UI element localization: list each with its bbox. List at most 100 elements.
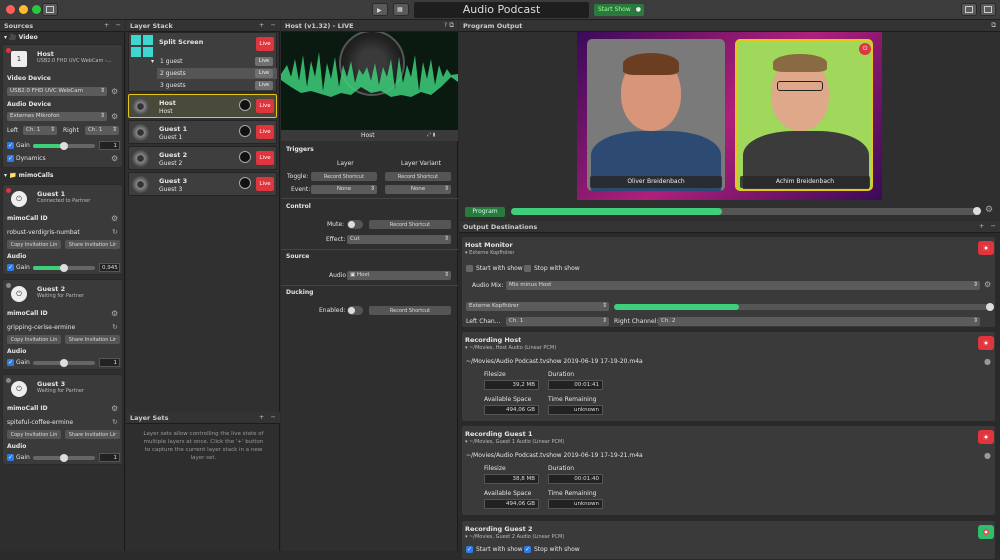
gear-icon[interactable]: ⚙ <box>111 112 118 121</box>
monitor-left-select[interactable]: Ch. 1 <box>506 317 609 326</box>
start-show-button[interactable]: Start Show ● <box>594 4 644 16</box>
host-monitor-speaker-button[interactable] <box>978 241 994 255</box>
gear-icon[interactable]: ⚙ <box>111 309 118 318</box>
info-icon[interactable]: ● <box>984 357 991 366</box>
video-device-select[interactable]: USB2.0 FHD UVC WebCam <box>7 87 107 96</box>
host-source-card[interactable]: 1 Host USB2.0 FHD UVC WebCam -... Video … <box>2 44 123 168</box>
volume-dial[interactable] <box>239 177 251 189</box>
copy-invitation-button[interactable]: Copy Invitation Lin <box>7 430 61 439</box>
gain-slider[interactable] <box>33 142 95 150</box>
share-invitation-button[interactable]: Share Invitation Lir <box>65 240 120 249</box>
gear-icon[interactable]: ⚙ <box>111 214 118 223</box>
split-screen-layer[interactable]: Split Screen Live ▾ 1 guest Live 2 guests… <box>128 32 277 92</box>
variant-live-button[interactable]: Live <box>255 69 273 78</box>
recording-start-button[interactable] <box>978 525 994 539</box>
stop-with-show-checkbox[interactable] <box>524 265 531 272</box>
copy-invitation-button[interactable]: Copy Invitation Lin <box>7 240 61 249</box>
volume-dial[interactable] <box>239 99 251 111</box>
panel-toggle-button[interactable] <box>980 3 996 16</box>
gear-icon[interactable]: ⚙ <box>111 404 118 413</box>
variant-live-button[interactable]: Live <box>255 81 273 90</box>
gain-slider[interactable] <box>33 264 95 272</box>
gain-value-field[interactable]: 1 <box>99 358 120 367</box>
share-invitation-button[interactable]: Share Invitation Lir <box>65 430 120 439</box>
gain-checkbox[interactable]: ✓ <box>7 264 14 271</box>
event-variant-select[interactable]: None <box>385 185 451 194</box>
gain-slider[interactable] <box>33 359 95 367</box>
share-invitation-button[interactable]: Share Invitation Lir <box>65 335 120 344</box>
refresh-icon[interactable]: ↻ <box>112 228 118 236</box>
layout-button[interactable] <box>961 3 977 16</box>
stop-with-show-checkbox[interactable]: ✓ <box>524 546 531 553</box>
guest-source-card[interactable]: ⏻ Guest 3 Waiting for Partner mimoCall I… <box>2 374 123 465</box>
mute-toggle[interactable] <box>347 220 363 229</box>
copy-invitation-button[interactable]: Copy Invitation Lin <box>7 335 61 344</box>
monitor-right-select[interactable]: Ch. 2 <box>658 317 980 326</box>
event-layer-select[interactable]: None <box>311 185 377 194</box>
recording-stop-button[interactable] <box>978 430 994 444</box>
video-section-header[interactable]: ▾ 🎥 Video <box>4 34 38 41</box>
zoom-window-button[interactable] <box>32 5 41 14</box>
help-icon[interactable]: ? ⧉ <box>444 21 454 30</box>
mimocall-id-value[interactable]: gripping-cerise-ermine <box>7 324 75 331</box>
gain-checkbox[interactable]: ✓ <box>7 142 14 149</box>
gear-icon[interactable]: ⚙ <box>111 87 118 96</box>
close-window-button[interactable] <box>6 5 15 14</box>
sidebar-toggle-button[interactable] <box>42 3 58 16</box>
layer-stack-add-remove[interactable]: + − <box>259 21 276 29</box>
variant-live-button[interactable]: Live <box>255 57 273 66</box>
gain-checkbox[interactable]: ✓ <box>7 454 14 461</box>
ducking-toggle[interactable] <box>347 306 363 315</box>
outputs-add-remove[interactable]: + − <box>979 222 996 230</box>
gain-value-field[interactable]: 1 <box>99 453 120 462</box>
recording-stop-button[interactable] <box>978 336 994 350</box>
keyboard-button[interactable]: ▦ <box>393 3 409 16</box>
right-channel-select[interactable]: Ch. 1 <box>85 126 119 135</box>
audio-source-select[interactable]: ▣ Host <box>347 271 451 280</box>
volume-dial[interactable] <box>239 125 251 137</box>
layer-sets-add-remove[interactable]: + − <box>259 413 276 421</box>
gain-value-field[interactable]: 1 <box>99 141 120 150</box>
info-icon[interactable]: ● <box>984 451 991 460</box>
audio-mix-select[interactable]: Mix minus Host <box>506 281 980 290</box>
gain-value-field[interactable]: 0,945 <box>99 263 120 272</box>
refresh-icon[interactable]: ↻ <box>112 418 118 426</box>
monitor-device-select[interactable]: Externe Kopfhörer <box>466 302 609 311</box>
guest-source-card[interactable]: ⏻ Guest 1 Connected to Partner mimoCall … <box>2 184 123 275</box>
media-button[interactable]: ▶ <box>372 3 388 16</box>
guest-source-card[interactable]: ⏻ Guest 2 Waiting for Partner mimoCall I… <box>2 279 123 370</box>
mimocall-id-value[interactable]: spiteful-coffee-ermine <box>7 419 73 426</box>
gain-knob[interactable] <box>60 142 68 150</box>
variant-row[interactable]: 2 guests Live <box>157 68 277 79</box>
toggle-variant-shortcut-button[interactable]: Record Shortcut <box>385 172 451 181</box>
effect-select[interactable]: Cut <box>347 235 451 244</box>
mute-shortcut-button[interactable]: Record Shortcut <box>369 220 451 229</box>
layer-live-button[interactable]: Live <box>256 151 274 165</box>
dynamics-checkbox[interactable]: ✓ <box>7 155 14 162</box>
left-channel-select[interactable]: Ch. 1 <box>23 126 57 135</box>
volume-dial[interactable] <box>239 151 251 163</box>
recording-guest2-card[interactable]: Recording Guest 2 ▾ ~/Movies, Guest 2 Au… <box>461 520 996 560</box>
gear-icon[interactable]: ⚙ <box>984 280 991 289</box>
layer-live-button[interactable]: Live <box>256 125 274 139</box>
recording-card[interactable]: Recording Guest 1 ▾ ~/Movies, Guest 1 Au… <box>461 425 996 516</box>
sources-add-remove[interactable]: + − <box>104 21 121 29</box>
gear-icon[interactable]: ⚙ <box>111 154 118 163</box>
gain-knob[interactable] <box>60 359 68 367</box>
resize-icon[interactable]: ⤢ ▮ <box>427 132 435 138</box>
start-with-show-checkbox[interactable] <box>466 265 473 272</box>
mimocall-id-value[interactable]: robust-verdigris-numbat <box>7 229 80 236</box>
variant-row[interactable]: 3 guests Live <box>157 80 277 91</box>
ducking-shortcut-button[interactable]: Record Shortcut <box>369 306 451 315</box>
recording-card[interactable]: Recording Host ▾ ~/Movies, Host Audio (L… <box>461 331 996 422</box>
popout-icon[interactable]: ⧉ <box>991 21 996 30</box>
start-with-show-checkbox[interactable]: ✓ <box>466 546 473 553</box>
variant-row[interactable]: 1 guest Live <box>157 56 277 67</box>
monitor-level-knob[interactable] <box>986 303 994 311</box>
minimize-window-button[interactable] <box>19 5 28 14</box>
program-button[interactable]: Program <box>465 207 505 217</box>
toggle-layer-shortcut-button[interactable]: Record Shortcut <box>311 172 377 181</box>
layer-row[interactable]: Guest 2 Guest 2 Live <box>128 146 277 170</box>
layer-live-button[interactable]: Live <box>256 177 274 191</box>
gain-knob[interactable] <box>60 454 68 462</box>
